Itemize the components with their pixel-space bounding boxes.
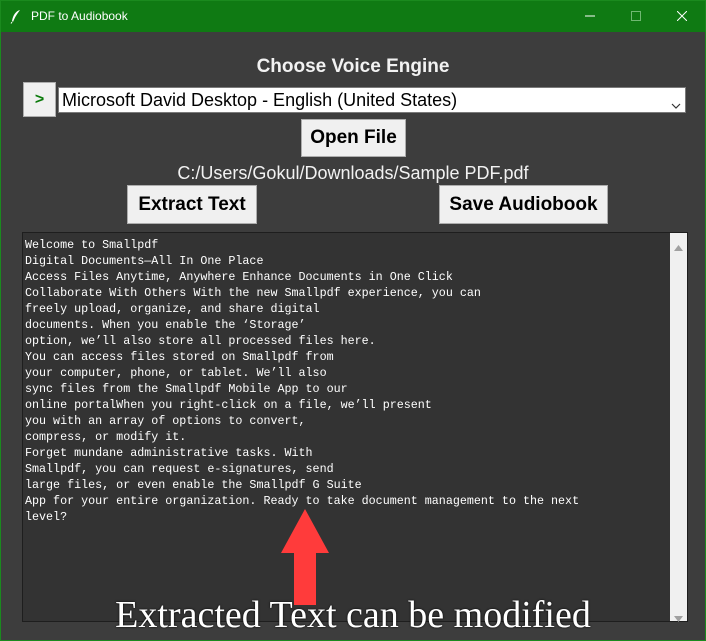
text-scrollbar[interactable]	[670, 233, 687, 622]
app-window: PDF to Audiobook Choose Voice Engine > M…	[0, 0, 706, 641]
close-button[interactable]	[659, 1, 705, 32]
extracted-text-area[interactable]: Welcome to Smallpdf Digital Documents—Al…	[22, 232, 688, 622]
voice-next-button[interactable]: >	[23, 82, 56, 117]
open-file-button[interactable]: Open File	[301, 119, 406, 157]
close-icon	[676, 8, 688, 26]
chevron-down-icon	[671, 95, 681, 109]
title-bar[interactable]: PDF to Audiobook	[1, 1, 705, 32]
extracted-text-content[interactable]: Welcome to Smallpdf Digital Documents—Al…	[25, 237, 669, 525]
minimize-button[interactable]	[567, 1, 613, 32]
voice-engine-heading: Choose Voice Engine	[256, 56, 450, 77]
extract-text-button[interactable]: Extract Text	[127, 185, 257, 224]
annotation-caption: Extracted Text can be modified	[115, 594, 591, 636]
scroll-up-icon[interactable]	[674, 238, 683, 256]
maximize-icon	[631, 8, 641, 26]
file-path-label: C:/Users/Gokul/Downloads/Sample PDF.pdf	[177, 163, 529, 183]
voice-engine-selected: Microsoft David Desktop - English (Unite…	[62, 89, 458, 110]
feather-icon	[10, 9, 22, 24]
maximize-button[interactable]	[613, 1, 659, 32]
save-audiobook-button[interactable]: Save Audiobook	[439, 185, 608, 224]
minimize-icon	[585, 8, 595, 26]
annotation-arrow	[281, 509, 329, 605]
voice-engine-select[interactable]: Microsoft David Desktop - English (Unite…	[58, 87, 686, 113]
window-title: PDF to Audiobook	[31, 9, 128, 23]
